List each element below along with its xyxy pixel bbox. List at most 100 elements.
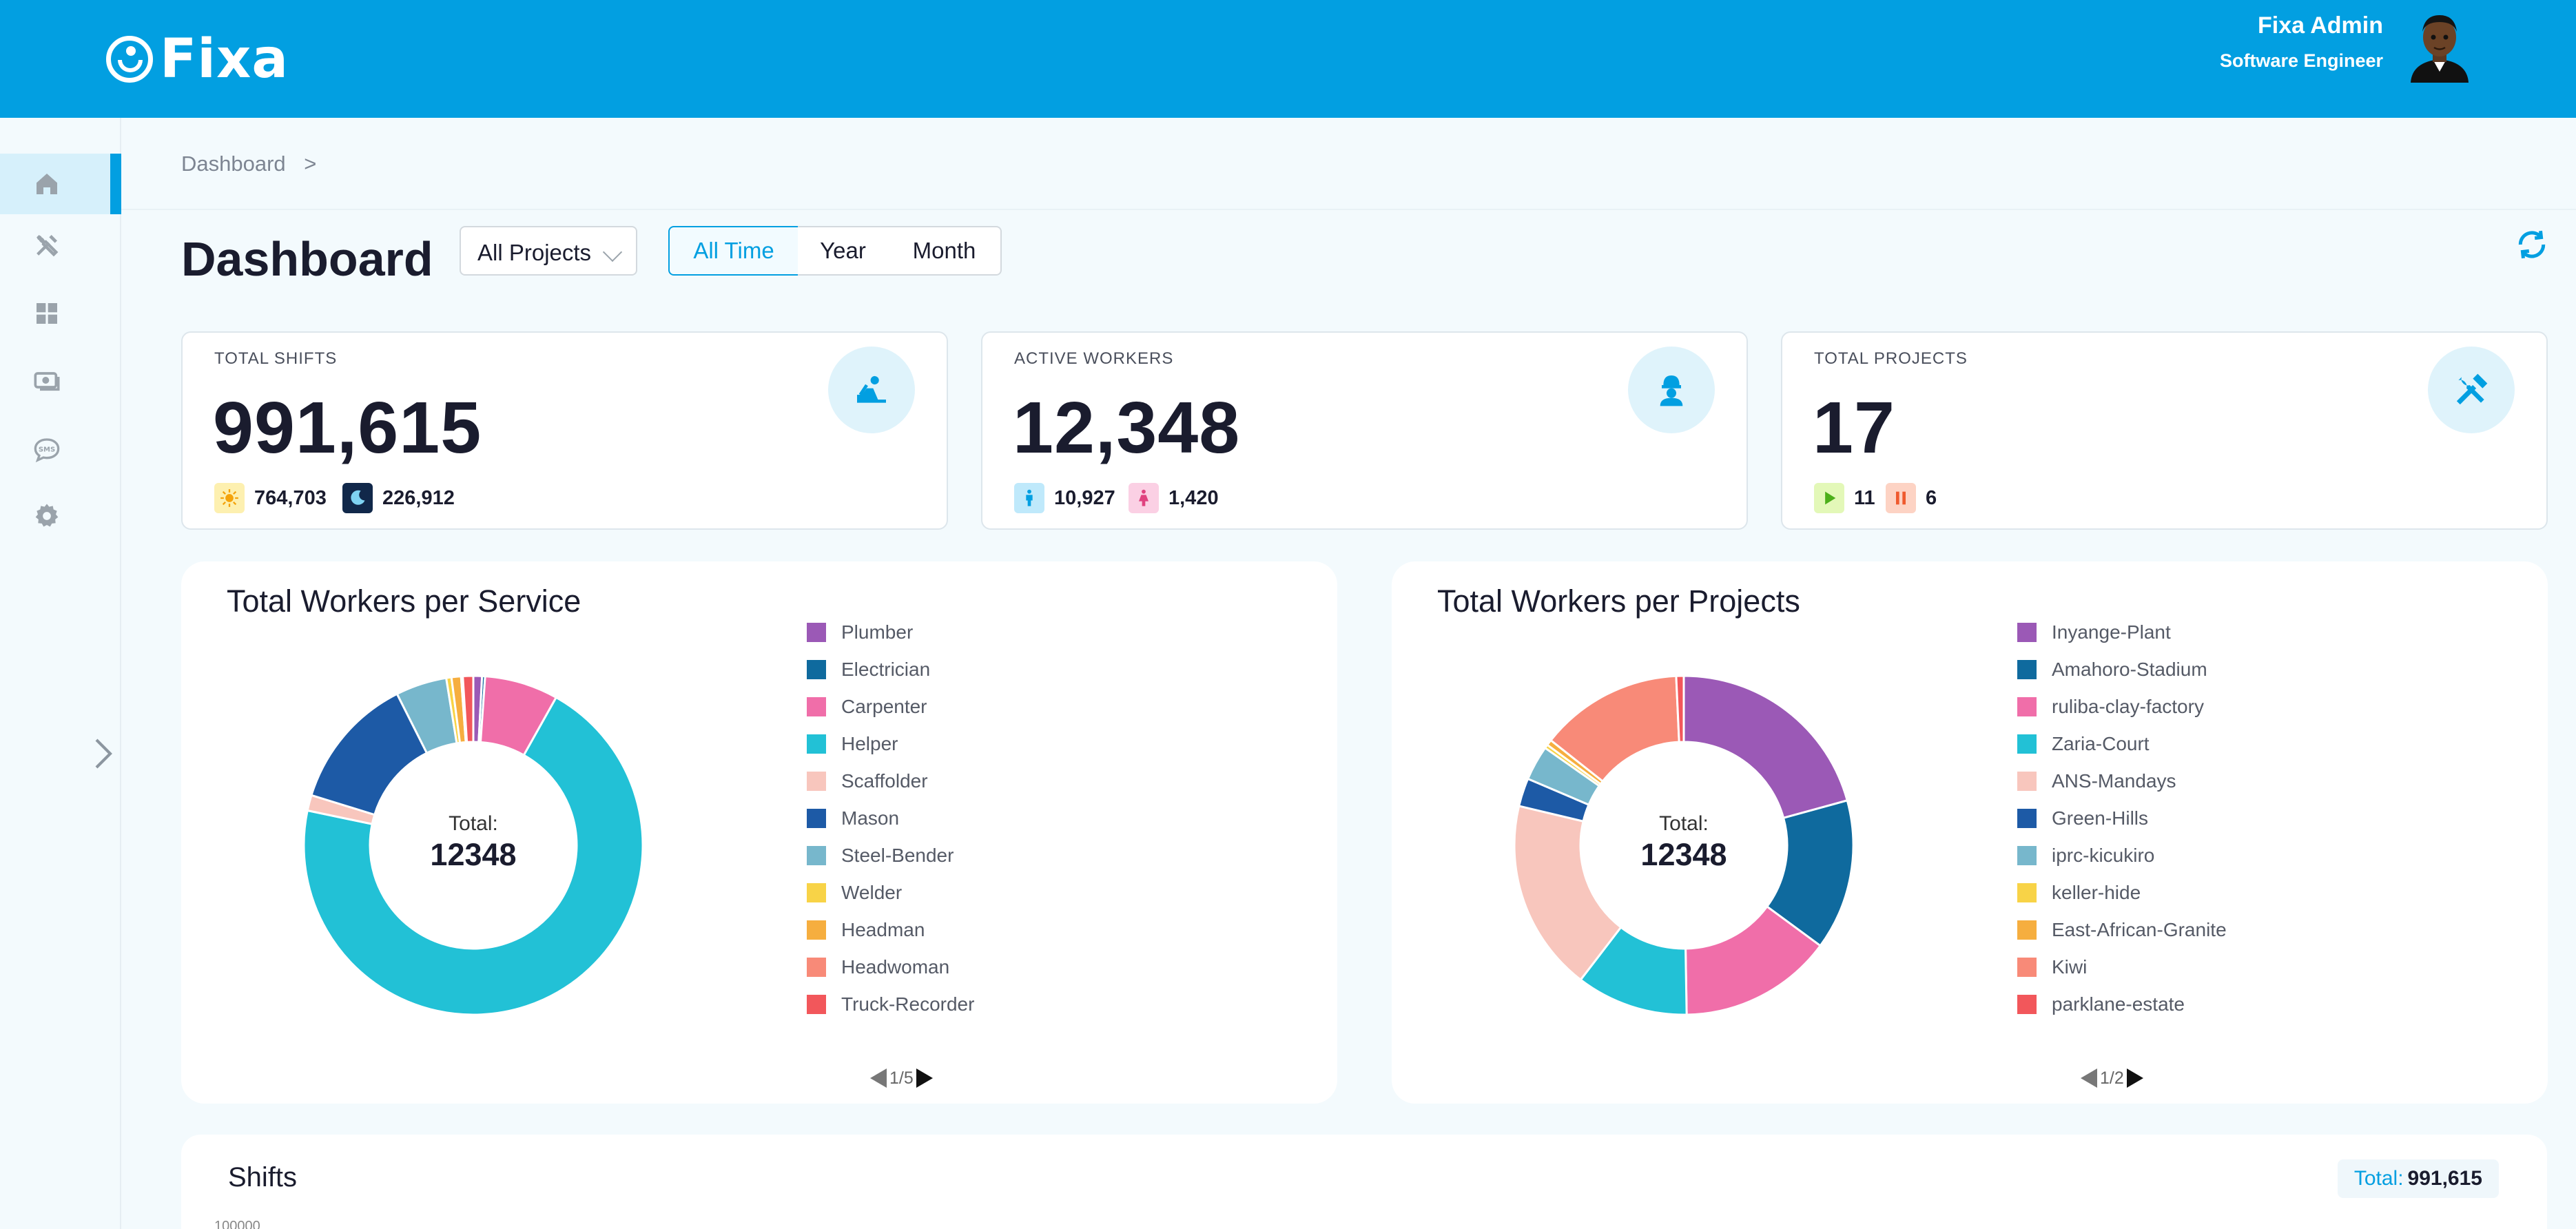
legend-swatch [807,883,826,902]
night-shifts-value: 226,912 [382,486,455,509]
active-workers-label: ACTIVE WORKERS [1014,349,1174,368]
legend-label: Green-Hills [2052,807,2149,829]
shifts-title: Shifts [228,1162,298,1192]
legend-item[interactable]: Electrician [807,659,930,680]
legend-item[interactable]: Amahoro-Stadium [2017,659,2207,680]
legend-label: Headman [841,919,925,940]
legend-item[interactable]: Inyange-Plant [2017,621,2171,643]
legend-swatch [807,697,826,716]
sidebar-item-services[interactable] [0,215,121,276]
sidebar: SMS [0,118,121,1229]
divider [121,209,2576,210]
chevron-right-icon[interactable] [90,736,117,771]
legend-item[interactable]: East-African-Granite [2017,919,2227,940]
breadcrumb-dashboard[interactable]: Dashboard [181,152,286,176]
avatar[interactable] [2405,10,2474,83]
legend-swatch [807,958,826,977]
legend-item[interactable]: Carpenter [807,696,927,717]
play-icon [1814,483,1844,513]
legend-item[interactable]: parklane-estate [2017,993,2185,1015]
legend-item[interactable]: Scaffolder [807,770,928,792]
donut-slice-inyange-plant[interactable] [1682,674,1849,820]
legend-swatch [2017,883,2037,902]
total-projects-card: TOTAL PROJECTS 17 11 6 [1781,331,2548,530]
legend-pager: 1/2 [2081,1064,2218,1092]
legend-item[interactable]: Welder [807,882,902,903]
grid-icon [37,303,57,324]
legend-label: Zaria-Court [2052,733,2150,754]
legend-label: Scaffolder [841,770,928,792]
legend-item[interactable]: Truck-Recorder [807,993,974,1015]
tools-icon [37,235,59,257]
active-projects: 11 [1814,483,1875,513]
female-icon [1129,483,1159,513]
shifts-total-label: Total: [2353,1167,2404,1190]
tab-month[interactable]: Month [888,226,1002,276]
legend-swatch [807,734,826,754]
legend-swatch [2017,697,2037,716]
legend-item[interactable]: Kiwi [2017,956,2087,978]
legend-item[interactable]: keller-hide [2017,882,2141,903]
male-workers-value: 10,927 [1054,486,1115,509]
project-select[interactable]: All Projects [460,226,637,276]
legend-label: iprc-kicukiro [2052,845,2155,866]
tab-all-time[interactable]: All Time [668,226,799,276]
paused-projects: 6 [1886,483,1937,513]
pager-prev-icon[interactable] [870,1068,887,1088]
moon-icon [342,483,373,513]
shifts-y-tick: 100000 [214,1219,260,1229]
donut-total-label: Total: [1659,812,1709,835]
sidebar-item-settings[interactable] [0,486,121,546]
legend-item[interactable]: Helper [807,733,898,754]
total-projects-label: TOTAL PROJECTS [1814,349,1968,368]
legend-swatch [2017,809,2037,828]
refresh-icon[interactable] [2515,227,2549,262]
legend-item[interactable]: ruliba-clay-factory [2017,696,2204,717]
donut-total: Total: 12348 [1513,812,1855,873]
pager-prev-icon[interactable] [2081,1068,2097,1088]
logo-text: Fixa [160,28,289,90]
logo-icon [106,36,153,83]
fixa-logo[interactable]: Fixa [106,28,289,90]
sidebar-item-payments[interactable] [0,350,121,411]
construction-worker-icon [828,347,915,433]
legend-swatch [807,809,826,828]
male-workers: 10,927 [1014,483,1115,513]
legend-item[interactable]: Plumber [807,621,913,643]
workers-per-projects-title: Total Workers per Projects [1437,583,1800,619]
active-workers-card: ACTIVE WORKERS 12,348 10,927 1,420 [981,331,1748,530]
legend-item[interactable]: Steel-Bender [807,845,954,866]
pager-next-icon[interactable] [2126,1068,2143,1088]
workers-per-service-title: Total Workers per Service [227,583,581,619]
legend-label: Inyange-Plant [2052,621,2171,643]
legend-swatch [2017,772,2037,791]
pager-next-icon[interactable] [916,1068,933,1088]
legend-swatch [2017,958,2037,977]
legend-label: Headwoman [841,956,950,978]
legend-label: keller-hide [2052,882,2141,903]
sidebar-item-projects[interactable] [0,283,121,344]
legend-label: ruliba-clay-factory [2052,696,2204,717]
legend-swatch [2017,623,2037,642]
legend-swatch [807,660,826,679]
legend-item[interactable]: iprc-kicukiro [2017,845,2154,866]
legend-item[interactable]: Mason [807,807,899,829]
legend-item[interactable]: Green-Hills [2017,807,2149,829]
legend-item[interactable]: Headman [807,919,925,940]
project-select-value: All Projects [477,240,592,265]
legend-label: East-African-Granite [2052,919,2227,940]
tab-year[interactable]: Year [798,226,889,276]
legend-item[interactable]: ANS-Mandays [2017,770,2176,792]
legend-label: Electrician [841,659,931,680]
user-name: Fixa Admin [2258,12,2383,39]
total-projects-value: 17 [1813,387,1895,468]
legend-item[interactable]: Zaria-Court [2017,733,2150,754]
legend-item[interactable]: Headwoman [807,956,950,978]
legend-label: Steel-Bender [841,845,954,866]
female-workers-value: 1,420 [1168,486,1219,509]
sidebar-item-home[interactable] [0,154,121,214]
user-info[interactable]: Fixa Admin Software Engineer [2220,11,2383,72]
legend-swatch [2017,734,2037,754]
home-icon [37,174,57,194]
sidebar-item-sms[interactable]: SMS [0,420,121,480]
